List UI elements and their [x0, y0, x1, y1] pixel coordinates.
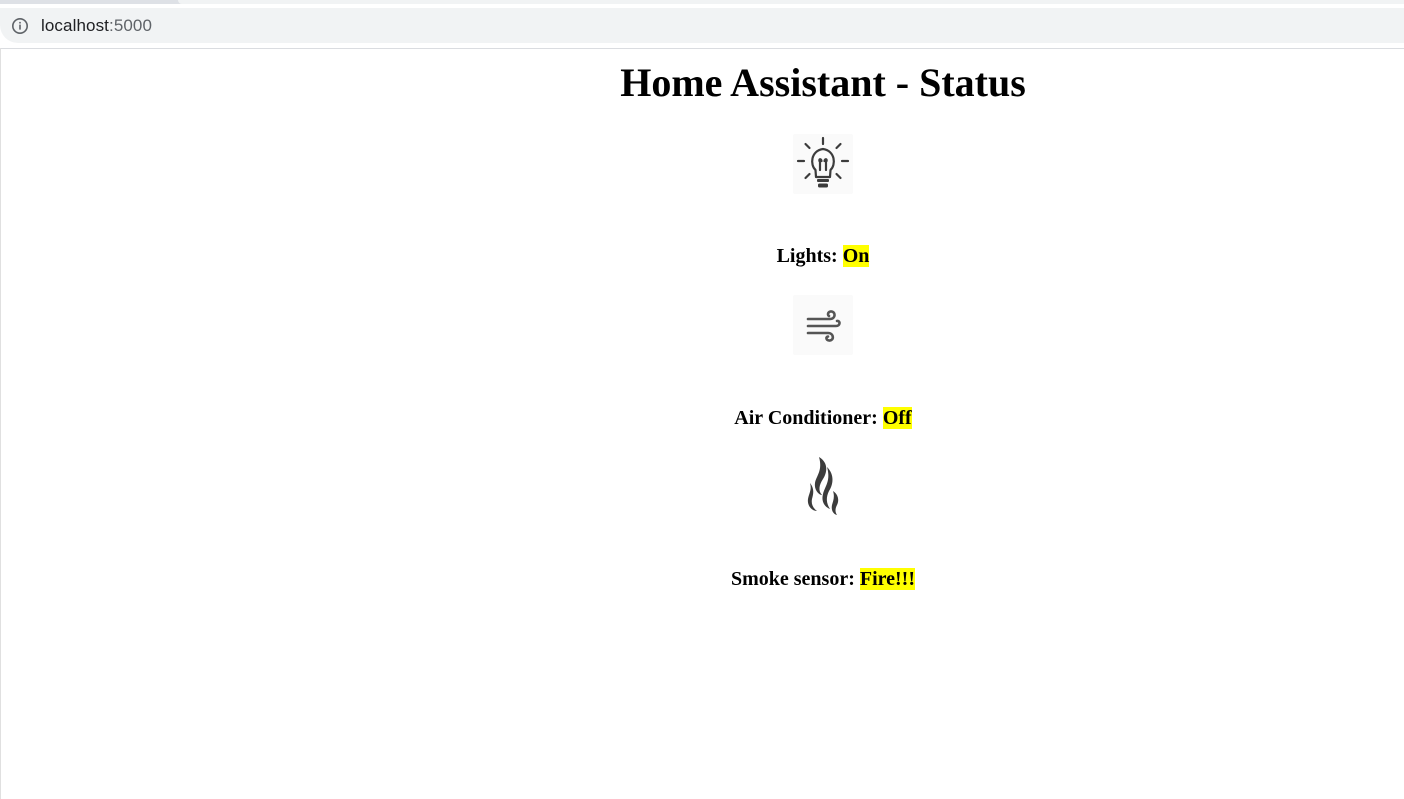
smoke-icon	[793, 457, 853, 517]
lights-label: Lights:	[776, 245, 843, 267]
url-host: localhost	[41, 15, 109, 35]
smoke-label: Smoke sensor:	[730, 568, 860, 590]
lights-status: Lights: On	[0, 244, 1404, 268]
ac-value: Off	[882, 407, 912, 429]
url-text[interactable]: localhost:5000	[41, 16, 152, 36]
active-tab[interactable]	[178, 0, 1404, 4]
smoke-status: Smoke sensor: Fire!!!	[0, 567, 1404, 591]
page-title: Home Assistant - Status	[620, 60, 1026, 105]
site-info-icon[interactable]	[11, 17, 29, 35]
url-port: :5000	[109, 15, 153, 35]
smoke-value: Fire!!!	[859, 568, 916, 590]
tab-strip	[0, 0, 1404, 4]
page-content: Home Assistant - Status Lights: On Air C…	[0, 49, 1404, 799]
ac-status: Air Conditioner: Off	[0, 406, 1404, 430]
browser-toolbar: localhost:5000	[0, 0, 1404, 49]
wind-icon	[793, 295, 853, 355]
lights-value: On	[842, 245, 870, 267]
address-bar[interactable]: localhost:5000	[0, 8, 1404, 43]
lightbulb-icon	[793, 134, 853, 194]
ac-label: Air Conditioner:	[734, 407, 883, 429]
